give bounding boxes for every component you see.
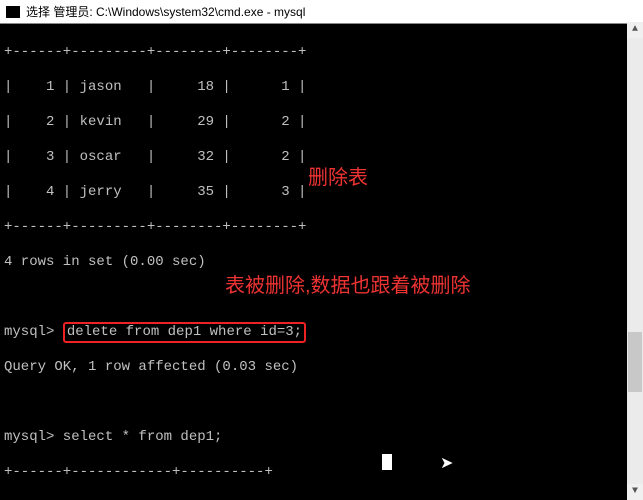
table-sep: +------+---------+--------+--------+ — [4, 219, 639, 237]
cmd-window: 选择 管理员: C:\Windows\system32\cmd.exe - my… — [0, 0, 643, 500]
table-sep: +------+---------+--------+--------+ — [4, 44, 639, 62]
cmd-icon — [6, 6, 20, 18]
table-row: | 3 | oscar | 32 | 2 | — [4, 149, 639, 167]
vertical-scrollbar[interactable]: ▲ ▼ — [627, 22, 643, 500]
scroll-down-button[interactable]: ▼ — [627, 484, 643, 500]
scroll-up-button[interactable]: ▲ — [627, 22, 643, 38]
table-row: | 2 | kevin | 29 | 2 | — [4, 114, 639, 132]
scroll-thumb[interactable] — [628, 332, 642, 392]
mysql-prompt-delete: mysql> delete from dep1 where id=3; — [4, 324, 639, 342]
annotation-delete-table: 删除表 — [308, 166, 368, 191]
title-bar[interactable]: 选择 管理员: C:\Windows\system32\cmd.exe - my… — [0, 0, 643, 24]
table-row: | 1 | jason | 18 | 1 | — [4, 79, 639, 97]
mysql-prompt-select-dep1: mysql> select * from dep1; — [4, 429, 639, 447]
result-summary: Query OK, 1 row affected (0.03 sec) — [4, 359, 639, 377]
text-caret — [382, 454, 392, 470]
mouse-cursor-icon: ➤ — [440, 454, 453, 474]
result-summary: 4 rows in set (0.00 sec) — [4, 254, 639, 272]
delete-statement-highlight: delete from dep1 where id=3; — [63, 322, 306, 344]
window-title: 选择 管理员: C:\Windows\system32\cmd.exe - my… — [26, 3, 305, 20]
table-sep: +------+------------+----------+ — [4, 464, 639, 482]
terminal-output[interactable]: +------+---------+--------+--------+ | 1… — [0, 24, 643, 500]
annotation-cascade-delete: 表被删除,数据也跟着被删除 — [225, 274, 471, 299]
